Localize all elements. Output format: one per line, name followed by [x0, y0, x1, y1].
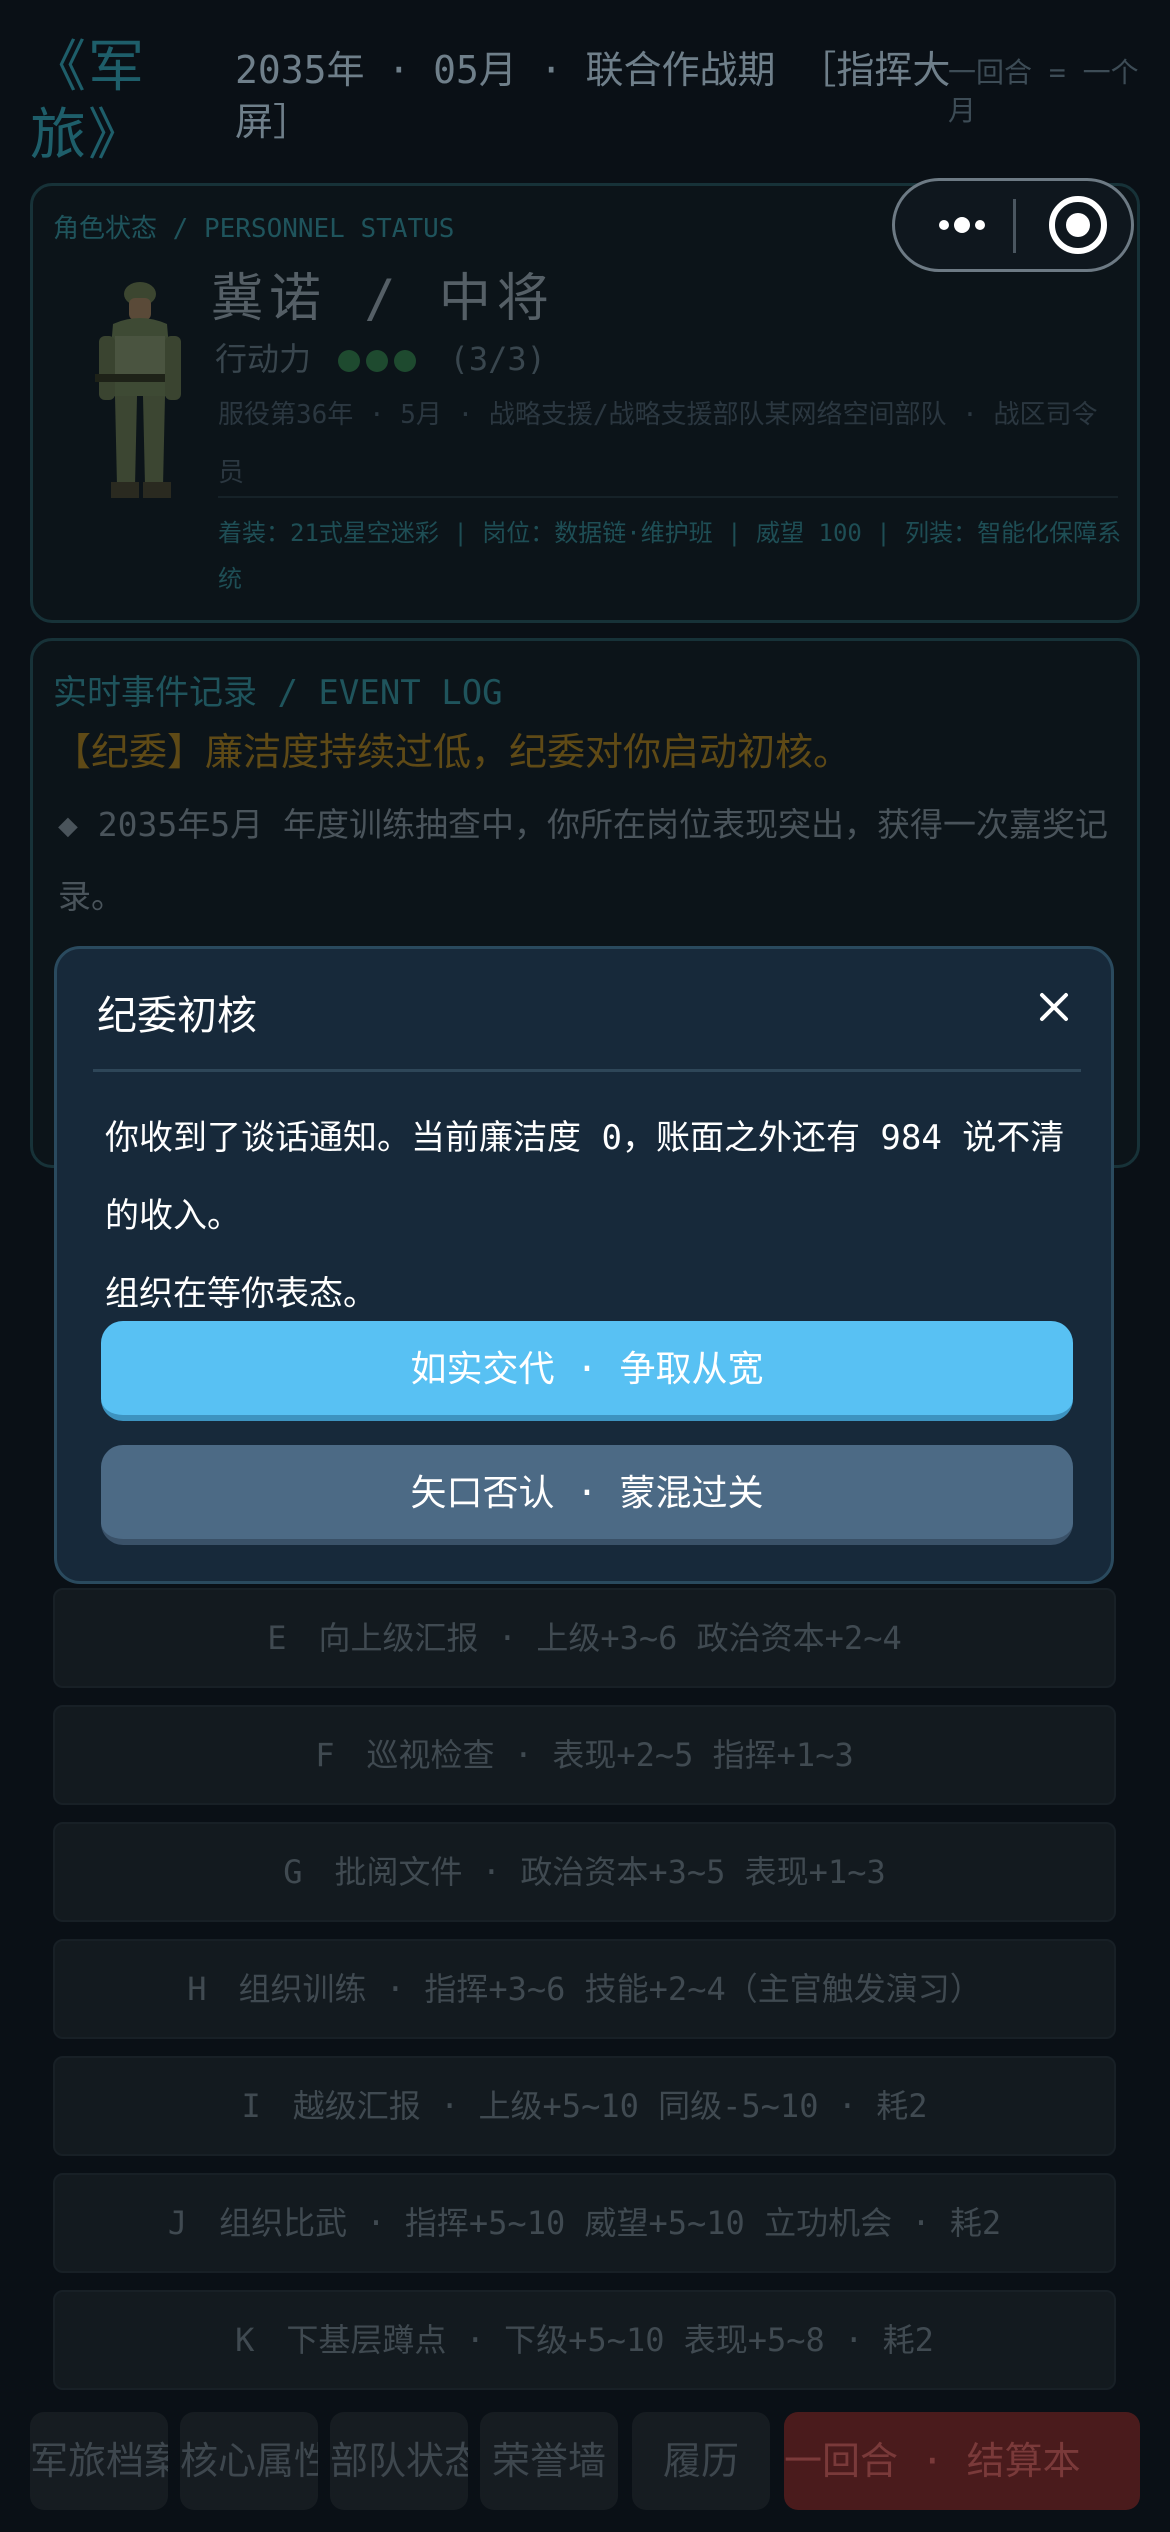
tab-honor-wall[interactable]: 荣誉墙: [480, 2412, 618, 2510]
divider: [218, 496, 1118, 498]
action-points-dots: [338, 342, 422, 380]
action-item[interactable]: I 越级汇报 · 上级+5~10 同级-5~10 · 耗2: [53, 2056, 1116, 2156]
panel-label: 实时事件记录 / EVENT LOG: [53, 673, 503, 713]
tab-unit-status[interactable]: 部队状态: [330, 2412, 468, 2510]
end-turn-label: 一回合 · 结算本: [784, 2439, 1081, 2483]
action-item[interactable]: E 向上级汇报 · 上级+3~6 政治资本+2~4: [53, 1588, 1116, 1688]
end-turn-button[interactable]: 一回合 · 结算本: [784, 2412, 1140, 2510]
action-points-label: 行动力: [215, 340, 312, 378]
character-name-rank: 冀诺 / 中将: [211, 269, 555, 329]
modal-body: 你收到了谈话通知。当前廉洁度 0，账面之外还有 984 说不清的收入。 组织在等…: [105, 1099, 1085, 1333]
soldier-avatar: [95, 282, 181, 498]
panel-label: 角色状态 / PERSONNEL STATUS: [53, 214, 455, 244]
capsule-divider: [1013, 199, 1016, 253]
action-points-count: (3/3): [449, 340, 546, 378]
game-title: 《军旅》: [30, 35, 146, 168]
action-point-dot: [338, 350, 361, 372]
modal-message: 你收到了谈话通知。当前廉洁度 0，账面之外还有 984 说不清的收入。: [105, 1118, 1065, 1236]
tab-resume[interactable]: 履历: [632, 2412, 770, 2510]
action-points: 行动力 (3/3): [215, 334, 546, 380]
turn-note: 一回合 = 一个月: [948, 56, 1139, 127]
event-entry: ◆ 2035年5月 年度训练抽查中，你所在岗位表现突出，获得一次嘉奖记录。: [58, 805, 1108, 916]
mini-program-capsule: [892, 178, 1134, 272]
date-line: 2035年 · 05月 · 联合作战期 ［指挥大屏］: [235, 48, 951, 144]
deny-button[interactable]: 矢口否认 · 蒙混过关: [101, 1445, 1073, 1545]
tab-archive[interactable]: 军旅档案: [30, 2412, 168, 2510]
tab-attributes[interactable]: 核心属性: [180, 2412, 318, 2510]
action-item[interactable]: J 组织比武 · 指挥+5~10 威望+5~10 立功机会 · 耗2: [53, 2173, 1116, 2273]
top-header: 《军旅》 2035年 · 05月 · 联合作战期 ［指挥大屏］ 一回合 = 一个…: [30, 30, 1140, 168]
more-dots-icon[interactable]: [925, 193, 999, 257]
action-item[interactable]: F 巡视检查 · 表现+2~5 指挥+1~3: [53, 1705, 1116, 1805]
action-point-dot: [394, 350, 417, 372]
modal-divider: [93, 1069, 1081, 1072]
equipment-line: 着装：21式星空迷彩 | 岗位：数据链·维护班 | 威望 100 | 列装：智能…: [218, 519, 1122, 593]
action-item[interactable]: H 组织训练 · 指挥+3~6 技能+2~4（主官触发演习）: [53, 1939, 1116, 2039]
close-icon[interactable]: [1032, 985, 1076, 1029]
confess-button[interactable]: 如实交代 · 争取从宽: [101, 1321, 1073, 1421]
target-icon[interactable]: [1049, 196, 1107, 254]
modal-title: 纪委初核: [97, 993, 257, 1039]
discipline-modal: 纪委初核 你收到了谈话通知。当前廉洁度 0，账面之外还有 984 说不清的收入。…: [54, 946, 1114, 1584]
service-line: 服役第36年 · 5月 · 战略支援/战略支援部队某网络空间部队 · 战区司令员: [218, 400, 1098, 488]
action-point-dot: [366, 350, 389, 372]
action-item[interactable]: K 下基层蹲点 · 下级+5~10 表现+5~8 · 耗2: [53, 2290, 1116, 2390]
game-screen: 《军旅》 2035年 · 05月 · 联合作战期 ［指挥大屏］ 一回合 = 一个…: [0, 0, 1170, 2532]
action-item[interactable]: G 批阅文件 · 政治资本+3~5 表现+1~3: [53, 1822, 1116, 1922]
event-alert: 【纪委】廉洁度持续过低，纪委对你启动初核。: [53, 730, 852, 774]
